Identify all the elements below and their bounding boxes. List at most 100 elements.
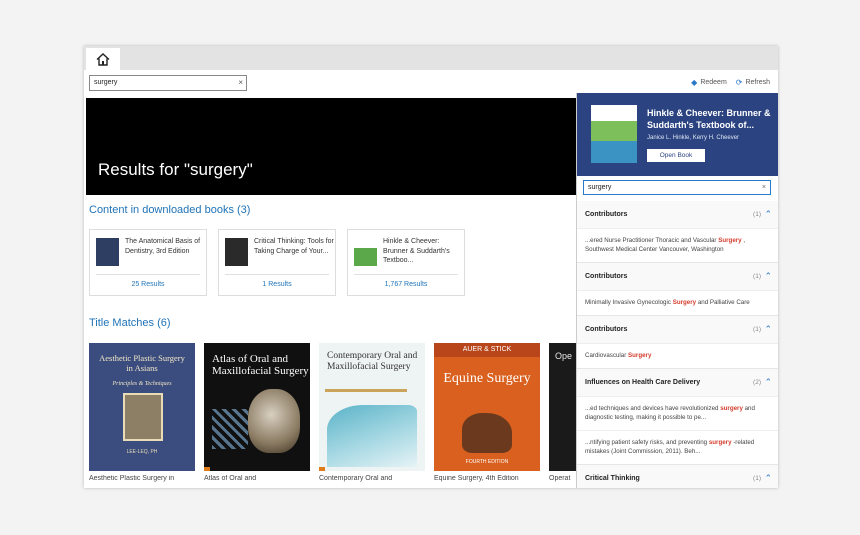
book-thumbnail bbox=[96, 238, 119, 266]
book-cover: Aesthetic Plastic Surgery in Asians Prin… bbox=[89, 343, 195, 471]
home-tab[interactable] bbox=[86, 48, 120, 70]
result-snippet[interactable]: Minimally Invasive Gynecologic Surgery a… bbox=[577, 290, 778, 315]
open-book-button[interactable]: Open Book bbox=[647, 149, 705, 162]
result-group-header[interactable]: Contributors (1) ⌃ bbox=[577, 263, 778, 290]
cover-author: LEE-LEQ, PH bbox=[126, 449, 158, 455]
cover-title: Aesthetic Plastic Surgery in Asians bbox=[99, 353, 185, 373]
chevron-up-icon[interactable]: ⌃ bbox=[764, 209, 772, 220]
cover-title: Equine Surgery bbox=[443, 371, 531, 386]
redeem-label: Redeem bbox=[700, 79, 727, 86]
cover-caption: Operat bbox=[549, 475, 571, 482]
result-group-count: (2) bbox=[753, 379, 761, 386]
cover-image bbox=[327, 405, 417, 467]
content-card-title: Hinkle & Cheever: Brunner & Suddarth's T… bbox=[383, 238, 450, 264]
content-section-title: Content in downloaded books (3) bbox=[89, 204, 250, 216]
redeem-button[interactable]: ◆ Redeem bbox=[691, 78, 727, 87]
book-cover: AUER & STICK Equine Surgery FOURTH EDITI… bbox=[434, 343, 540, 471]
book-thumbnail bbox=[354, 238, 377, 266]
book-cover: Atlas of Oral and Maxillofacial Surgery bbox=[204, 343, 310, 471]
book-authors: Janice L. Hinkle, Kerry H. Cheever bbox=[647, 135, 740, 141]
result-snippet[interactable]: Cardiovascular Surgery bbox=[577, 343, 778, 368]
cover-title: Atlas of Oral and Maxillofacial Surgery bbox=[212, 353, 309, 377]
cover-author: AUER & STICK bbox=[462, 346, 512, 353]
snippet-text: ...ed techniques and devices have revolu… bbox=[585, 405, 721, 412]
result-group: Contributors (1) ⌃ Cardiovascular Surgery bbox=[577, 316, 778, 369]
snippet-highlight: Surgery bbox=[672, 299, 697, 306]
snippet-highlight: surgery bbox=[708, 439, 732, 446]
content-card-title: Critical Thinking: Tools for Taking Char… bbox=[254, 238, 334, 255]
results-title: Results for "surgery" bbox=[98, 160, 253, 179]
divider bbox=[96, 274, 200, 275]
content-card-results-link[interactable]: 1 Results bbox=[219, 281, 335, 288]
snippet-highlight: surgery bbox=[720, 405, 743, 412]
cover-subtitle: Principles & Techniques bbox=[112, 381, 172, 387]
cover-image bbox=[462, 413, 512, 453]
cover-caption: Equine Surgery, 4th Edition bbox=[434, 475, 519, 482]
result-group-count: (1) bbox=[753, 326, 761, 333]
content-card[interactable]: The Anatomical Basis of Dentistry, 3rd E… bbox=[89, 229, 207, 296]
content-card[interactable]: Hinkle & Cheever: Brunner & Suddarth's T… bbox=[347, 229, 465, 296]
cover-caption: Contemporary Oral and bbox=[319, 475, 393, 482]
title-match-card[interactable]: Ope Operat bbox=[549, 343, 655, 482]
chevron-up-icon[interactable]: ⌃ bbox=[764, 324, 772, 335]
result-group-header[interactable]: Critical Thinking (1) ⌃ bbox=[577, 465, 778, 488]
snippet-highlight: Surgery bbox=[628, 352, 652, 359]
refresh-label: Refresh bbox=[745, 79, 770, 86]
app-window: surgery × ◆ Redeem ⟳ Refresh Results for… bbox=[84, 46, 778, 488]
title-matches-title: Title Matches (6) bbox=[89, 317, 171, 329]
cover-accent bbox=[325, 389, 407, 392]
toolbar-actions: ◆ Redeem ⟳ Refresh bbox=[691, 78, 770, 87]
result-group-count: (1) bbox=[753, 475, 761, 482]
result-snippet[interactable]: ...ntifying patient safety risks, and pr… bbox=[577, 430, 778, 464]
book-search-panel: Hinkle & Cheever: Brunner & Suddarth's T… bbox=[576, 93, 778, 488]
cover-image bbox=[123, 393, 163, 441]
result-group-header[interactable]: Contributors (1) ⌃ bbox=[577, 316, 778, 343]
title-match-card[interactable]: AUER & STICK Equine Surgery FOURTH EDITI… bbox=[434, 343, 540, 482]
clear-search-icon[interactable]: × bbox=[762, 181, 766, 194]
content-card-results-link[interactable]: 25 Results bbox=[90, 281, 206, 288]
chevron-up-icon[interactable]: ⌃ bbox=[764, 271, 772, 282]
cover-image bbox=[212, 409, 248, 449]
result-group-title: Contributors bbox=[585, 273, 628, 280]
snippet-text: ...ntifying patient safety risks, and pr… bbox=[585, 439, 709, 446]
chevron-up-icon[interactable]: ⌃ bbox=[764, 473, 772, 484]
cover-caption: Atlas of Oral and bbox=[204, 475, 257, 482]
result-group-count: (1) bbox=[753, 211, 761, 218]
book-search-input[interactable]: surgery × bbox=[583, 180, 771, 195]
title-match-card[interactable]: Atlas of Oral and Maxillofacial Surgery … bbox=[204, 343, 310, 482]
title-match-card[interactable]: Aesthetic Plastic Surgery in Asians Prin… bbox=[89, 343, 195, 482]
snippet-text: and Palliative Care bbox=[696, 299, 750, 306]
cover-caption: Aesthetic Plastic Surgery in bbox=[89, 475, 175, 482]
content-card-title: The Anatomical Basis of Dentistry, 3rd E… bbox=[125, 238, 201, 255]
book-cover: Contemporary Oral and Maxillofacial Surg… bbox=[319, 343, 425, 471]
result-group: Contributors (1) ⌃ ...ered Nurse Practition… bbox=[577, 201, 778, 263]
content-section-count: (3) bbox=[237, 204, 251, 216]
home-icon bbox=[96, 52, 110, 66]
snippet-text: Minimally Invasive Gynecologic bbox=[585, 299, 673, 306]
search-input[interactable]: surgery × bbox=[89, 75, 247, 91]
result-group-title: Influences on Health Care Delivery bbox=[585, 379, 701, 386]
result-group: Influences on Health Care Delivery (2) ⌃..… bbox=[577, 369, 778, 465]
chevron-up-icon[interactable]: ⌃ bbox=[764, 377, 772, 388]
title-matches-label: Title Matches bbox=[89, 317, 155, 329]
clear-search-icon[interactable]: × bbox=[238, 76, 243, 90]
book-thumbnail bbox=[591, 105, 637, 163]
result-group-header[interactable]: Influences on Health Care Delivery (2) ⌃ bbox=[577, 369, 778, 396]
book-search-value: surgery bbox=[588, 184, 612, 191]
refresh-button[interactable]: ⟳ Refresh bbox=[736, 78, 770, 87]
content-card-results-link[interactable]: 1,767 Results bbox=[348, 281, 464, 288]
result-group: Critical Thinking (1) ⌃ bbox=[577, 465, 778, 488]
title-matches-count: (6) bbox=[157, 317, 171, 329]
divider bbox=[354, 274, 458, 275]
results-banner: Results for "surgery" bbox=[86, 98, 576, 195]
content-card[interactable]: Critical Thinking: Tools for Taking Char… bbox=[218, 229, 336, 296]
content-cards: The Anatomical Basis of Dentistry, 3rd E… bbox=[89, 229, 465, 296]
cover-accent bbox=[319, 467, 325, 471]
result-group-title: Contributors bbox=[585, 211, 628, 218]
result-group-count: (1) bbox=[753, 273, 761, 280]
result-snippet[interactable]: ...ed techniques and devices have revolu… bbox=[577, 396, 778, 430]
result-group-header[interactable]: Contributors (1) ⌃ bbox=[577, 201, 778, 228]
tab-strip bbox=[84, 46, 778, 70]
result-snippet[interactable]: ...ered Nurse Practitioner Thoracic and … bbox=[577, 228, 778, 262]
title-match-card[interactable]: Contemporary Oral and Maxillofacial Surg… bbox=[319, 343, 425, 482]
